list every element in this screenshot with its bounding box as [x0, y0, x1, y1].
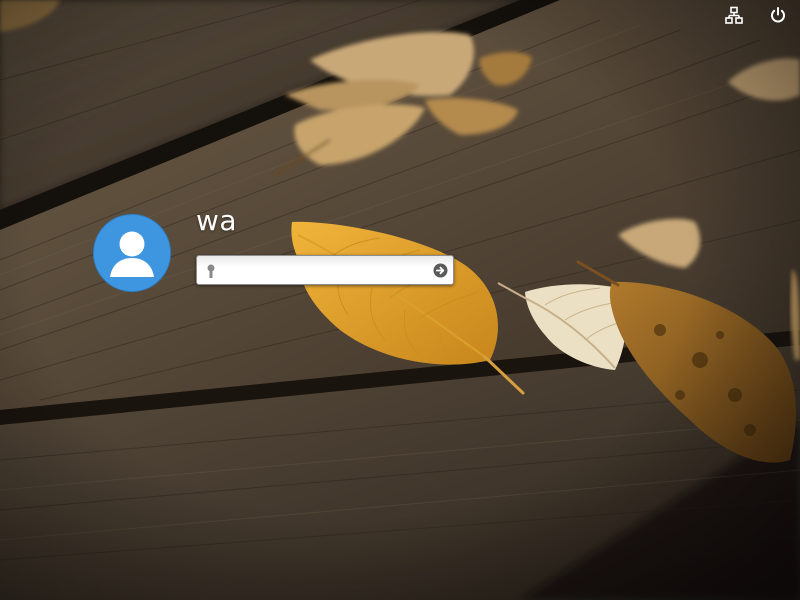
key-icon	[206, 263, 216, 278]
user-avatar[interactable]	[93, 214, 171, 292]
password-field[interactable]	[196, 255, 454, 285]
login-screen: wa	[0, 0, 800, 600]
wallpaper-autumn-leaves	[0, 0, 800, 600]
power-icon[interactable]	[768, 5, 788, 25]
username-label: wa	[196, 204, 238, 237]
network-icon[interactable]	[724, 5, 744, 25]
arrow-right-icon[interactable]	[433, 263, 448, 278]
password-input[interactable]	[221, 259, 421, 281]
